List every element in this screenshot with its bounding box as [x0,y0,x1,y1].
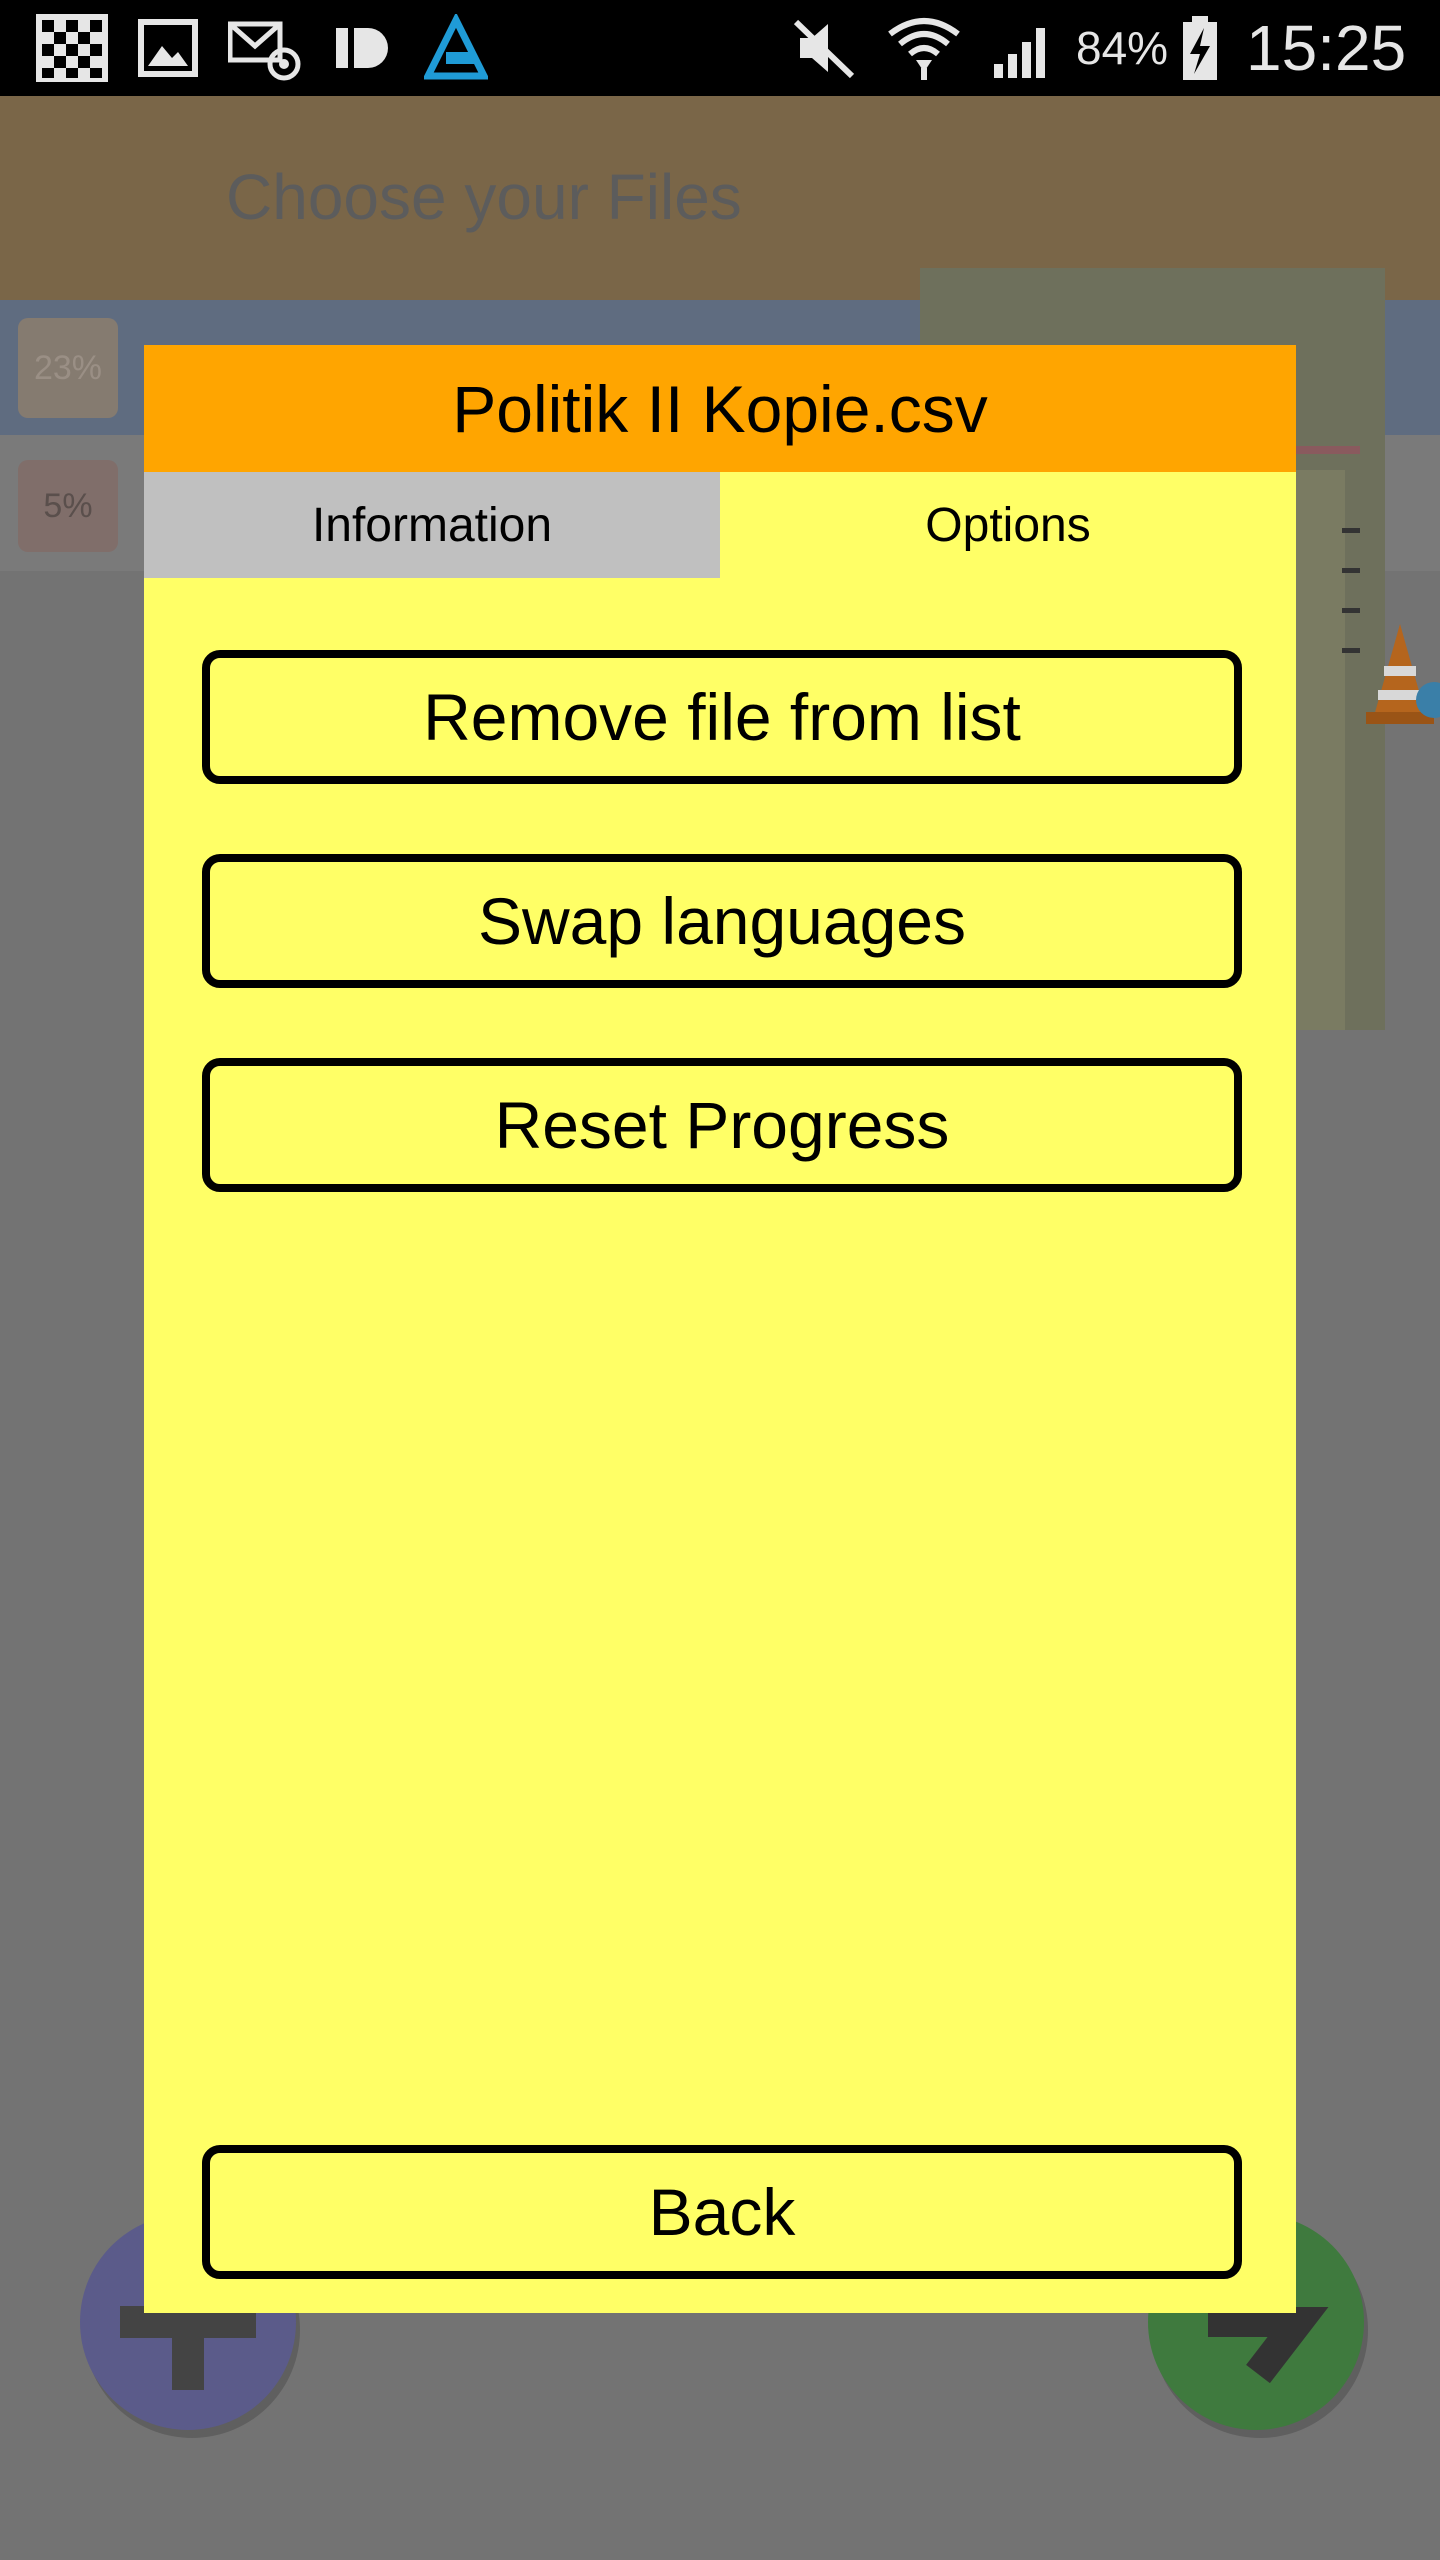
swap-languages-button[interactable]: Swap languages [202,854,1242,988]
background-dash [1342,568,1360,573]
tab-options[interactable]: Options [720,472,1296,578]
background-dash [1342,608,1360,613]
image-icon [138,19,198,77]
dialog-tabs: Information Options [144,472,1296,578]
tab-information[interactable]: Information [144,472,720,578]
email-icon [228,21,301,81]
wifi-icon [888,18,960,80]
background-panel-strip [1290,470,1345,1030]
id-app-icon [336,28,388,68]
remove-file-button[interactable]: Remove file from list [202,650,1242,784]
back-button[interactable]: Back [202,2145,1242,2279]
reset-progress-button[interactable]: Reset Progress [202,1058,1242,1192]
progress-badge: 23% [18,318,118,418]
mute-icon [793,19,855,79]
qr-code-icon [36,14,108,82]
dialog-title: Politik II Kopie.csv [144,345,1296,472]
background-dash [1342,528,1360,533]
beta-app-icon [424,14,488,80]
battery-charging-icon [1183,16,1217,80]
battery-percentage: 84% [1076,22,1169,74]
traffic-cone-icon [1366,624,1440,724]
page-title: Choose your Files [226,161,742,233]
progress-badge: 5% [18,460,118,552]
background-dash [1342,648,1360,653]
file-options-dialog: Politik II Kopie.csv Information Options… [144,345,1296,2313]
signal-icon [994,28,1045,78]
status-bar: 84% 15:25 [0,0,1440,96]
background-divider [1296,446,1360,454]
clock: 15:25 [1246,12,1407,84]
